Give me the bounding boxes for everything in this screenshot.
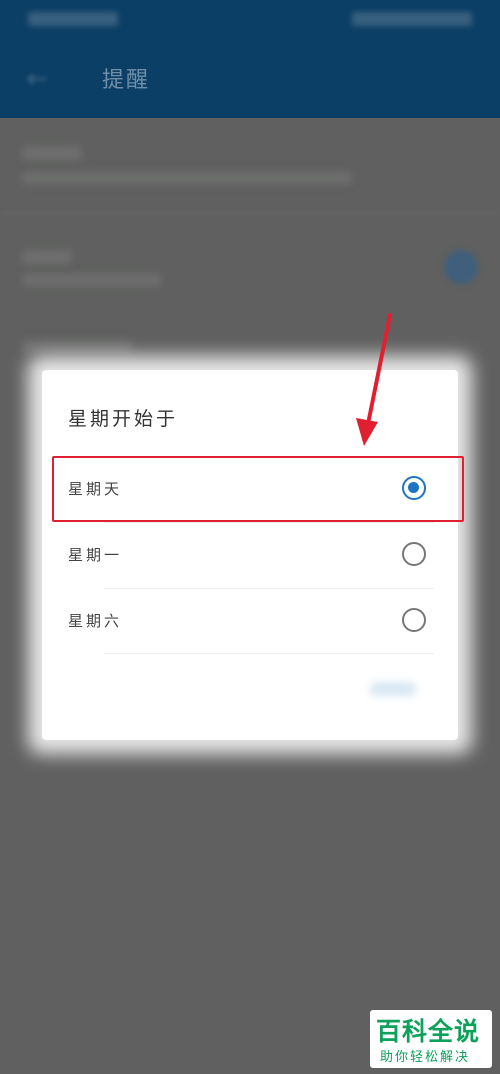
watermark-sub-text: 助你轻松解决 (380, 1050, 471, 1065)
annotation-arrow-icon (356, 313, 392, 446)
watermark-main-text: 百科全说 (376, 1017, 481, 1046)
watermark-logo: 百科全说 助你轻松解决 (370, 1010, 492, 1068)
